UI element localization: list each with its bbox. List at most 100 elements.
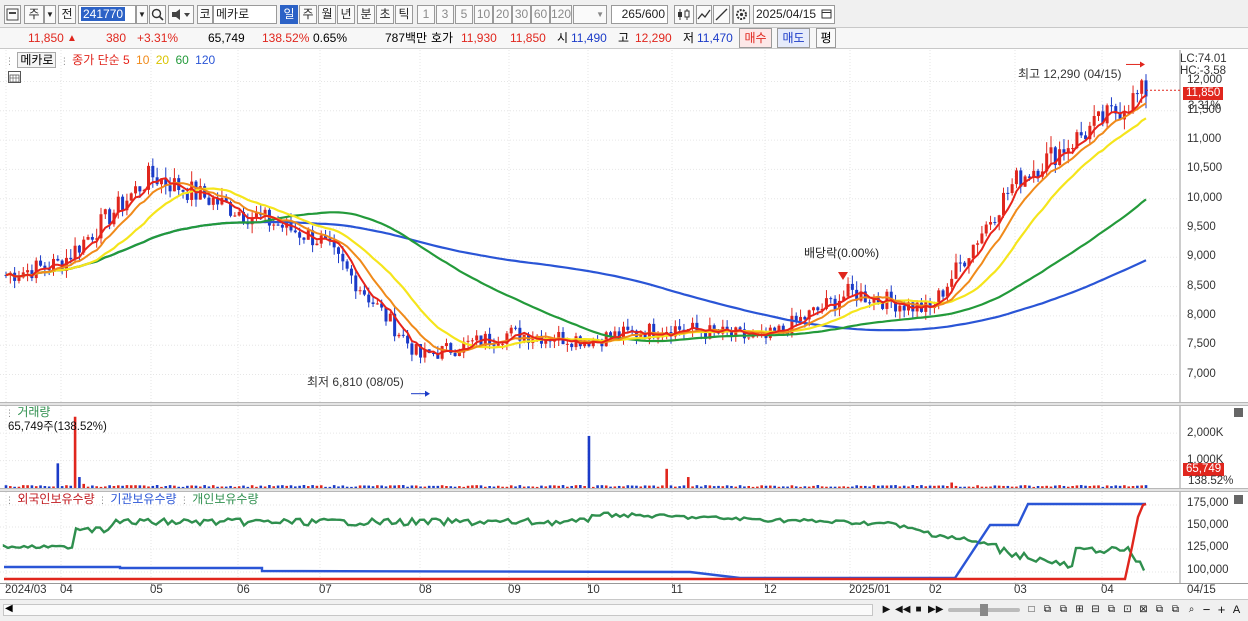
close-pane-icon[interactable]: [1234, 408, 1243, 417]
period-week-button[interactable]: 주: [299, 5, 317, 24]
sell-button[interactable]: 매도: [777, 28, 810, 48]
gear-icon[interactable]: [733, 5, 750, 24]
period-tick-button[interactable]: 틱: [395, 5, 413, 24]
candle-body: [315, 243, 319, 246]
price-change-pct: +3.31%: [137, 31, 179, 45]
candle-body: [414, 344, 418, 355]
candle-body: [181, 190, 185, 192]
period-second-button[interactable]: 초: [376, 5, 394, 24]
minute-10-button[interactable]: 10: [474, 5, 493, 24]
eval-button[interactable]: 평: [816, 28, 836, 48]
ma20-line: [5, 117, 1147, 349]
count-field[interactable]: 265/600: [611, 5, 668, 24]
layout-3-icon[interactable]: ⧉: [1057, 603, 1070, 617]
minute-5-button[interactable]: 5: [455, 5, 473, 24]
layout-10-icon[interactable]: ⧉: [1169, 603, 1182, 617]
chart-icon[interactable]: [4, 5, 21, 24]
horizontal-scrollbar[interactable]: ◀: [3, 603, 873, 616]
price-legend: ⋮ 메카로 ⋮ 종가 단순 5 10 20 60 120: [5, 52, 216, 69]
candle-body: [26, 270, 30, 273]
lc-label: LC:74.01: [1180, 53, 1227, 65]
market-select-button[interactable]: 주: [24, 5, 44, 24]
layout-8-icon[interactable]: ⊠: [1137, 603, 1150, 617]
close-pane-icon[interactable]: [1234, 495, 1243, 504]
holding-tick-125000: 125,000: [1187, 541, 1229, 553]
stop-icon[interactable]: ■: [912, 603, 925, 617]
candle-body: [958, 262, 962, 264]
ma120-line: [5, 220, 1147, 332]
buy-button[interactable]: 매수: [739, 28, 772, 48]
candle-body: [121, 196, 125, 211]
fast-forward-icon[interactable]: ▶▶: [928, 603, 943, 617]
candle-body: [976, 243, 980, 245]
legend-institution: 기관보유수량: [110, 492, 177, 506]
candle-body: [86, 237, 90, 240]
candle-body: [371, 302, 375, 304]
candle-body: [211, 198, 215, 205]
custom-period-select[interactable]: ▼: [573, 5, 607, 24]
stock-name-field[interactable]: 메카로: [213, 5, 277, 24]
period-day-button[interactable]: 일: [280, 5, 298, 24]
candle-body: [1144, 80, 1148, 97]
speaker-icon[interactable]: [168, 5, 194, 24]
layout-1-icon[interactable]: □: [1025, 603, 1038, 617]
zoom-slider[interactable]: [948, 604, 1020, 616]
holding-pane: ⋮ 외국인보유수량 ⋮ 기관보유수량 ⋮ 개인보유수량 175,000 150,…: [0, 492, 1248, 599]
zoom-in-icon[interactable]: +: [1215, 603, 1228, 617]
zoom-out-icon[interactable]: −: [1200, 603, 1213, 617]
rewind-icon[interactable]: ◀◀: [895, 603, 910, 617]
x-axis-tick: [672, 584, 673, 588]
candle-body: [129, 193, 133, 201]
period-minute-button[interactable]: 분: [357, 5, 375, 24]
candle-type-icon[interactable]: [674, 5, 694, 24]
trend-line-icon[interactable]: [696, 5, 712, 24]
minute-60-button[interactable]: 60: [531, 5, 550, 24]
scroll-right-icon[interactable]: ▶: [880, 603, 893, 617]
market-type-button[interactable]: 코: [197, 5, 213, 24]
chevron-down-icon[interactable]: ▼: [136, 5, 148, 24]
period-month-button[interactable]: 월: [318, 5, 336, 24]
individual-holding-line: [2, 511, 1146, 571]
stock-code-value: 241770: [81, 7, 126, 21]
period-year-button[interactable]: 년: [337, 5, 355, 24]
search-icon[interactable]: [149, 5, 166, 24]
zoom-slider-thumb[interactable]: [980, 604, 988, 616]
prev-button[interactable]: 전: [58, 5, 76, 24]
scroll-left-icon[interactable]: ◀: [5, 603, 13, 614]
minute-1-button[interactable]: 1: [417, 5, 435, 24]
stock-code-input[interactable]: 241770: [78, 5, 136, 24]
layout-4-icon[interactable]: ⊞: [1073, 603, 1086, 617]
candle-body: [993, 222, 997, 224]
calendar-icon[interactable]: [821, 6, 832, 27]
candle-body: [496, 343, 500, 346]
current-price: 11,850: [28, 31, 64, 45]
layout-2-icon[interactable]: ⧉: [1041, 603, 1054, 617]
minute-30-button[interactable]: 30: [512, 5, 531, 24]
price-y-tick: 7,500: [1187, 338, 1216, 351]
layout-5-icon[interactable]: ⊟: [1089, 603, 1102, 617]
volume-bar: [587, 435, 591, 488]
price-chart[interactable]: [0, 50, 1248, 403]
holding-tick-150000: 150,000: [1187, 519, 1229, 531]
font-size-icon[interactable]: A: [1230, 603, 1243, 617]
grid-toggle-icon[interactable]: [8, 71, 21, 83]
chevron-down-icon[interactable]: ▼: [44, 5, 56, 24]
grip-icon: ⋮: [5, 408, 14, 418]
candle-body: [73, 245, 77, 260]
layout-9-icon[interactable]: ⧉: [1153, 603, 1166, 617]
line-tool-icon[interactable]: [713, 5, 730, 24]
x-axis-tick: [588, 584, 589, 588]
minute-120-button[interactable]: 120: [550, 5, 572, 24]
top-toolbar: 주 ▼ 전 241770 ▼ 코 메카로 일 주 월 년 분 초 틱 1 3 5…: [0, 0, 1248, 28]
layout-6-icon[interactable]: ⧉: [1105, 603, 1118, 617]
legend-ma120: 120: [195, 53, 216, 67]
minute-20-button[interactable]: 20: [493, 5, 512, 24]
legend-ma10: 10: [136, 53, 150, 67]
minute-3-button[interactable]: 3: [436, 5, 454, 24]
price-y-tick: 10,000: [1187, 191, 1223, 204]
magnifier-icon[interactable]: ⌕: [1185, 603, 1198, 617]
volume-bar: [665, 468, 668, 488]
date-field[interactable]: 2025/04/15: [753, 5, 835, 24]
volume-chart[interactable]: [0, 406, 1248, 489]
layout-7-icon[interactable]: ⊡: [1121, 603, 1134, 617]
